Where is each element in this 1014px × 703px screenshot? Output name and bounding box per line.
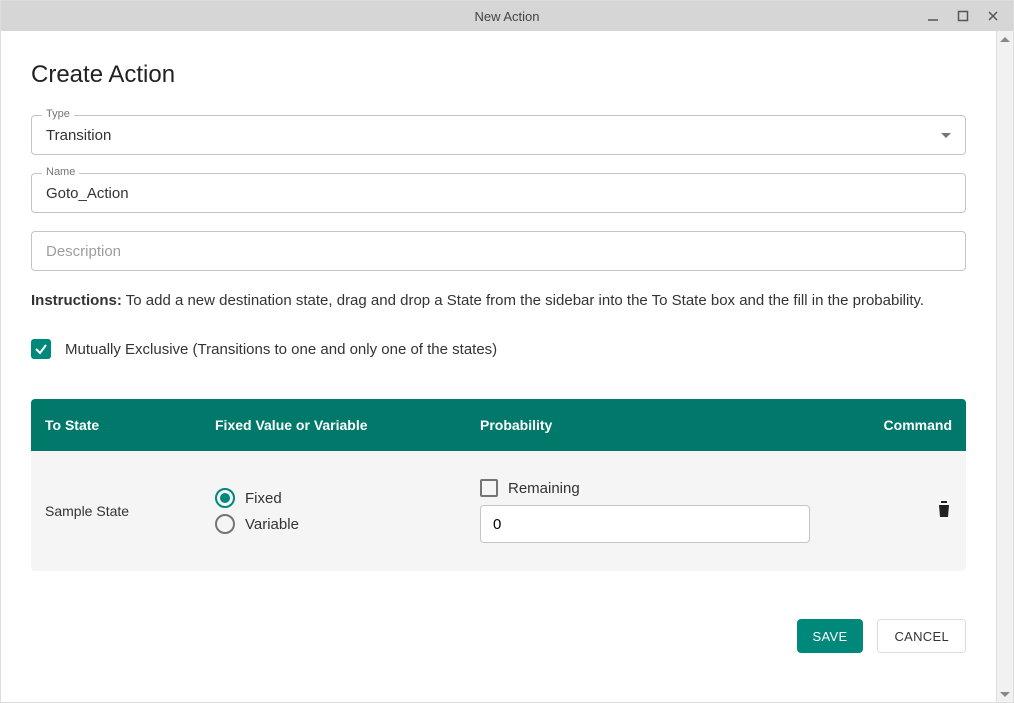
description-input[interactable] (46, 243, 951, 260)
mutually-exclusive-checkbox[interactable] (31, 339, 51, 359)
radio-variable[interactable]: Variable (215, 514, 480, 534)
instructions-text: Instructions: To add a new destination s… (31, 289, 966, 313)
trash-icon (936, 500, 952, 518)
type-select[interactable]: Type Transition (31, 115, 966, 155)
radio-variable-indicator (215, 514, 235, 534)
window-title: New Action (1, 9, 1013, 24)
table-header: To State Fixed Value or Variable Probabi… (31, 399, 966, 451)
delete-row-button[interactable] (936, 500, 952, 518)
radio-fixed[interactable]: Fixed (215, 488, 480, 508)
chevron-down-icon (941, 126, 951, 144)
vertical-scrollbar[interactable] (996, 31, 1013, 702)
remaining-checkbox-row[interactable]: Remaining (480, 479, 852, 497)
instructions-body: To add a new destination state, drag and… (126, 292, 924, 309)
description-field[interactable] (31, 231, 966, 271)
table-row: Sample State Fixed Variable (31, 451, 966, 571)
row-state-name: Sample State (45, 503, 215, 519)
save-button[interactable]: SAVE (797, 619, 864, 653)
header-probability: Probability (480, 417, 872, 433)
window-frame: New Action Create Action Type Transition (0, 0, 1014, 703)
maximize-button[interactable] (949, 4, 977, 28)
cancel-button[interactable]: CANCEL (877, 619, 966, 653)
header-to-state: To State (45, 417, 215, 433)
name-input[interactable] (46, 185, 951, 202)
radio-variable-label: Variable (245, 516, 299, 533)
minimize-icon (926, 9, 940, 23)
name-label: Name (42, 166, 79, 178)
window-controls (919, 1, 1007, 31)
content-area: Create Action Type Transition Name (1, 31, 996, 702)
header-fixed-value: Fixed Value or Variable (215, 417, 480, 433)
check-icon (34, 342, 48, 356)
scroll-up-button[interactable] (997, 31, 1014, 48)
maximize-icon (956, 9, 970, 23)
scroll-down-button[interactable] (997, 685, 1014, 702)
close-icon (986, 9, 1000, 23)
value-type-radiogroup: Fixed Variable (215, 488, 480, 534)
page-title: Create Action (31, 61, 966, 89)
close-button[interactable] (979, 4, 1007, 28)
mutually-exclusive-row: Mutually Exclusive (Transitions to one a… (31, 339, 966, 359)
transitions-table: To State Fixed Value or Variable Probabi… (31, 399, 966, 571)
dialog-actions: SAVE CANCEL (31, 619, 966, 653)
instructions-label: Instructions: (31, 292, 122, 309)
type-label: Type (42, 108, 74, 120)
probability-input-wrapper[interactable] (480, 505, 810, 543)
name-field[interactable]: Name (31, 173, 966, 213)
probability-group: Remaining (480, 479, 852, 543)
remaining-checkbox[interactable] (480, 479, 498, 497)
radio-fixed-label: Fixed (245, 490, 282, 507)
mutually-exclusive-label: Mutually Exclusive (Transitions to one a… (65, 341, 497, 358)
body-wrap: Create Action Type Transition Name (1, 31, 1013, 702)
header-command: Command (872, 417, 952, 433)
titlebar: New Action (1, 1, 1013, 31)
type-value: Transition (46, 127, 941, 144)
remaining-label: Remaining (508, 480, 580, 497)
probability-input[interactable] (493, 516, 797, 533)
radio-fixed-indicator (215, 488, 235, 508)
minimize-button[interactable] (919, 4, 947, 28)
